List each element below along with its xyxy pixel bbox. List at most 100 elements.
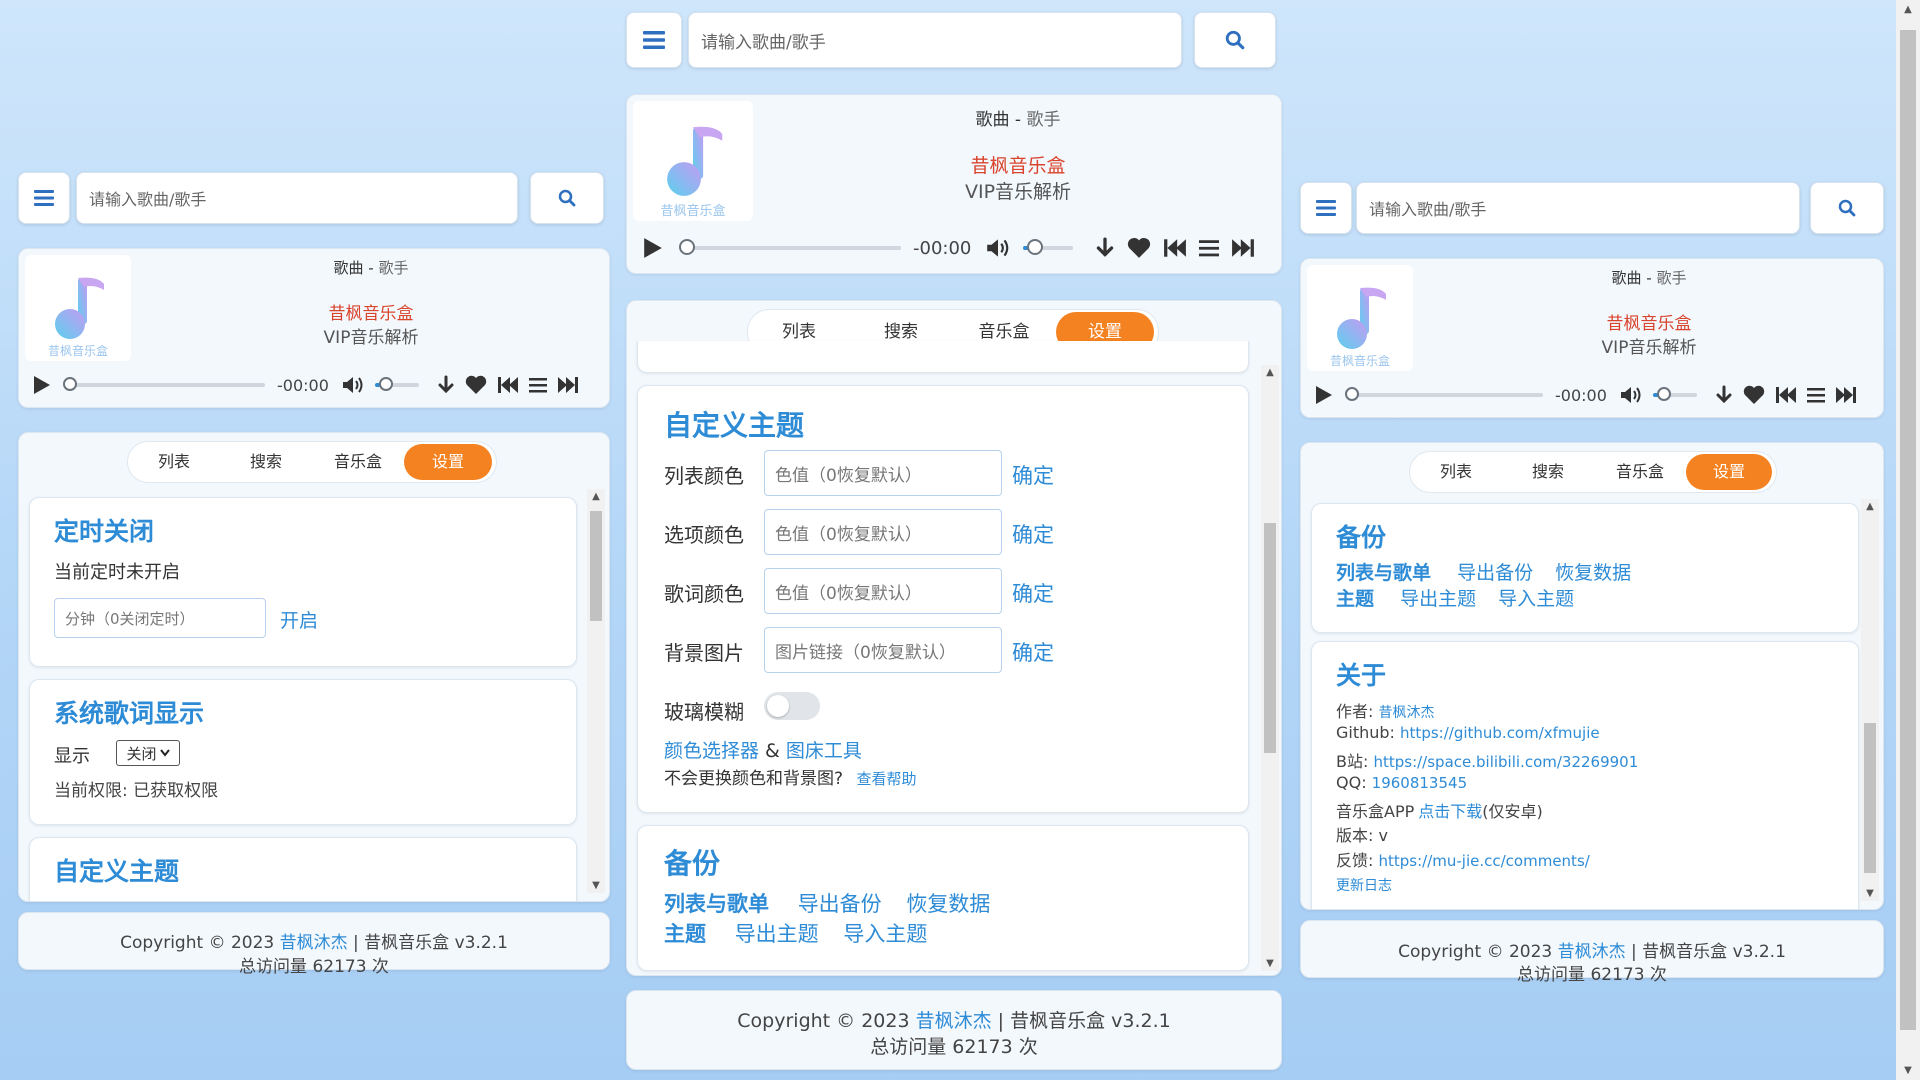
volume-slider[interactable] [1023, 239, 1074, 255]
heart-icon[interactable] [1743, 385, 1765, 405]
footer-author-link[interactable]: 昔枫沐杰 [280, 933, 348, 953]
settings-scrollbar[interactable]: ▲ ▼ [1261, 365, 1279, 971]
scroll-up-arrow[interactable]: ▲ [587, 491, 605, 502]
export-theme-button[interactable]: 导出主题 [735, 922, 819, 946]
playlist-icon[interactable] [1199, 239, 1220, 257]
search-button[interactable] [530, 172, 604, 224]
help-link[interactable]: 查看帮助 [856, 770, 916, 788]
export-backup-button[interactable]: 导出备份 [798, 892, 882, 916]
changelog-link[interactable]: 更新日志 [1336, 875, 1392, 895]
import-theme-button[interactable]: 导入主题 [843, 922, 927, 946]
previous-icon[interactable] [1775, 386, 1797, 404]
import-theme-button[interactable]: 导入主题 [1498, 588, 1574, 610]
tab-search[interactable]: 搜索 [220, 444, 312, 480]
progress-slider[interactable] [679, 239, 901, 255]
next-icon[interactable] [1231, 238, 1255, 258]
tab-search[interactable]: 搜索 [1502, 454, 1594, 490]
download-icon[interactable] [1715, 385, 1733, 405]
app-download-link[interactable]: 点击下载 [1418, 802, 1482, 821]
volume-icon[interactable] [341, 375, 365, 395]
tab-settings[interactable]: 设置 [404, 444, 492, 480]
volume-slider[interactable] [1652, 387, 1697, 401]
previous-icon[interactable] [1163, 238, 1187, 258]
tab-musicbox[interactable]: 音乐盒 [312, 444, 404, 480]
option-color-input[interactable]: 色值（0恢复默认） [764, 509, 1002, 555]
tab-settings[interactable]: 设置 [1686, 454, 1772, 490]
song-separator: - [363, 259, 379, 277]
lyrics-display-select[interactable]: 关闭 [116, 740, 180, 766]
search-button[interactable] [1194, 12, 1276, 68]
option-color-confirm[interactable]: 确定 [1012, 519, 1054, 549]
tab-bar: 列表 搜索 音乐盒 设置 [127, 441, 497, 483]
page-scroll-down-arrow[interactable]: ▼ [1896, 1065, 1920, 1076]
search-input[interactable]: 请输入歌曲/歌手 [76, 172, 518, 224]
search-placeholder: 请输入歌曲/歌手 [1369, 200, 1487, 219]
heart-icon[interactable] [465, 375, 487, 395]
bg-image-input[interactable]: 图片链接（0恢复默认） [764, 627, 1002, 673]
list-color-confirm[interactable]: 确定 [1012, 460, 1054, 490]
volume-slider[interactable] [374, 377, 419, 391]
page-scrollbar[interactable]: ▲ ▼ [1896, 0, 1920, 1080]
download-icon[interactable] [1095, 237, 1115, 259]
progress-slider[interactable] [63, 377, 265, 391]
export-theme-button[interactable]: 导出主题 [1400, 588, 1476, 610]
feedback-link[interactable]: https://mu-jie.cc/comments/ [1379, 852, 1590, 870]
play-icon[interactable] [33, 375, 51, 395]
page-scroll-thumb[interactable] [1900, 30, 1916, 1030]
search-button[interactable] [1810, 182, 1884, 234]
list-color-input[interactable]: 色值（0恢复默认） [764, 450, 1002, 496]
menu-button[interactable] [18, 172, 70, 224]
settings-scrollbar[interactable]: ▲ ▼ [587, 489, 605, 893]
progress-slider[interactable] [1345, 387, 1543, 401]
glass-blur-toggle[interactable] [764, 692, 820, 720]
lyric-color-input[interactable]: 色值（0恢复默认） [764, 568, 1002, 614]
bg-image-confirm[interactable]: 确定 [1012, 637, 1054, 667]
restore-data-button[interactable]: 恢复数据 [1555, 562, 1631, 584]
volume-icon[interactable] [985, 237, 1011, 259]
color-picker-link[interactable]: 颜色选择器 [664, 740, 759, 762]
tab-list[interactable]: 列表 [1410, 454, 1502, 490]
settings-scrollbar[interactable]: ▲ ▼ [1861, 499, 1879, 901]
backup-row-list: 列表与歌单 导出备份 恢复数据 [664, 888, 990, 918]
bilibili-link[interactable]: https://space.bilibili.com/32269901 [1373, 753, 1638, 771]
playlist-icon[interactable] [528, 377, 547, 393]
volume-icon[interactable] [1619, 385, 1643, 405]
restore-data-button[interactable]: 恢复数据 [906, 892, 990, 916]
search-input[interactable]: 请输入歌曲/歌手 [1356, 182, 1800, 234]
play-icon[interactable] [643, 237, 663, 259]
menu-button[interactable] [1300, 182, 1352, 234]
export-backup-button[interactable]: 导出备份 [1457, 562, 1533, 584]
scroll-down-arrow[interactable]: ▼ [1861, 888, 1879, 899]
scroll-down-arrow[interactable]: ▼ [587, 880, 605, 891]
page-scroll-up-arrow[interactable]: ▲ [1896, 4, 1920, 15]
previous-icon[interactable] [497, 376, 519, 394]
play-icon[interactable] [1315, 385, 1333, 405]
backup-section: 备份 列表与歌单 导出备份 恢复数据 主题 导出主题 导入主题 [1311, 503, 1859, 633]
menu-button[interactable] [626, 12, 682, 68]
scroll-down-arrow[interactable]: ▼ [1261, 958, 1279, 969]
scroll-thumb[interactable] [1864, 723, 1876, 873]
timer-start-button[interactable]: 开启 [280, 606, 318, 633]
scroll-up-arrow[interactable]: ▲ [1261, 367, 1279, 378]
tab-musicbox[interactable]: 音乐盒 [1594, 454, 1686, 490]
lyric-color-confirm[interactable]: 确定 [1012, 578, 1054, 608]
scroll-thumb[interactable] [590, 511, 602, 621]
download-icon[interactable] [437, 375, 455, 395]
tab-list[interactable]: 列表 [128, 444, 220, 480]
app-subtitle: VIP音乐解析 [1601, 338, 1697, 358]
image-tool-link[interactable]: 图床工具 [786, 740, 862, 762]
playlist-icon[interactable] [1806, 387, 1825, 403]
github-link[interactable]: https://github.com/xfmujie [1400, 724, 1600, 742]
scroll-up-arrow[interactable]: ▲ [1861, 501, 1879, 512]
qq-link[interactable]: 1960813545 [1372, 774, 1467, 792]
timer-minutes-input[interactable]: 分钟（0关闭定时） [54, 598, 266, 638]
footer-author-link[interactable]: 昔枫沐杰 [1558, 942, 1626, 962]
search-input[interactable]: 请输入歌曲/歌手 [688, 12, 1182, 68]
author-link[interactable]: 昔枫沐杰 [1379, 705, 1435, 721]
backup-list-label: 列表与歌单 [1336, 562, 1432, 584]
next-icon[interactable] [1835, 386, 1857, 404]
scroll-thumb[interactable] [1264, 523, 1276, 753]
heart-icon[interactable] [1127, 237, 1151, 259]
next-icon[interactable] [557, 376, 579, 394]
footer-author-link[interactable]: 昔枫沐杰 [916, 1010, 992, 1032]
